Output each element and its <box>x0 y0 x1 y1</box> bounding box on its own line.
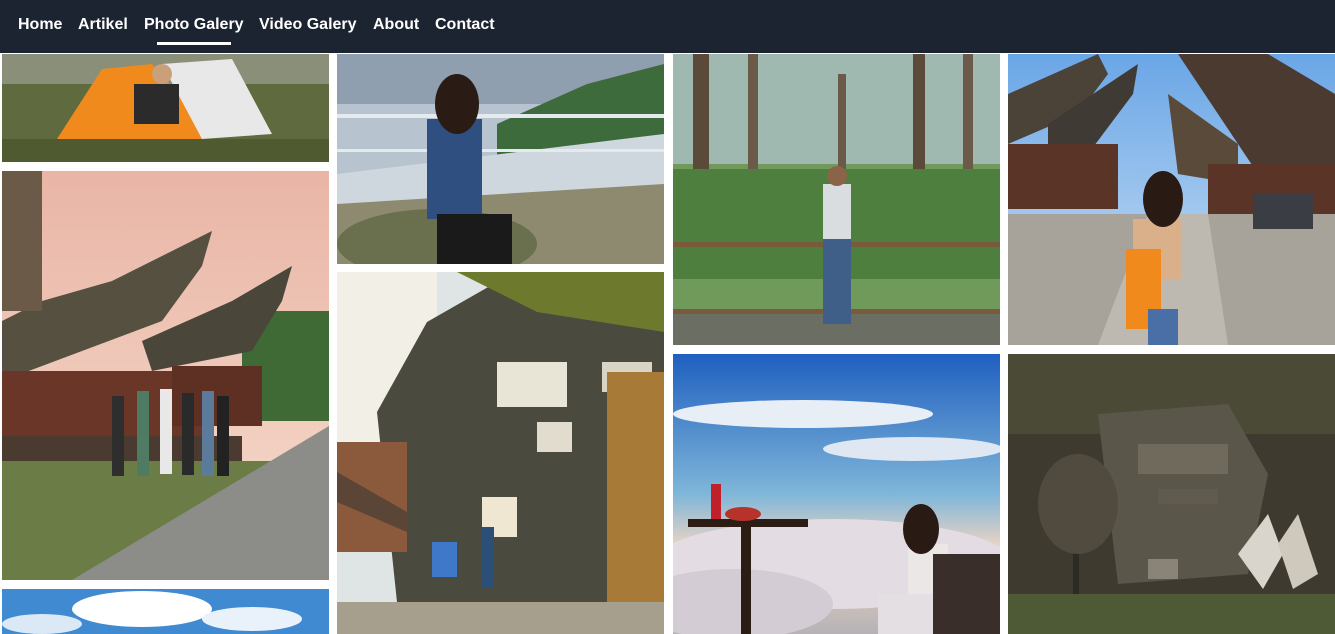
nav-artikel[interactable]: Artikel <box>78 16 128 34</box>
gallery-photo-cliff-graves[interactable] <box>337 272 664 634</box>
gallery-photo-forest-man[interactable] <box>673 54 1000 345</box>
gallery-photo-viewpoint-woman[interactable] <box>337 54 664 264</box>
gallery-photo-cliff-tongkonan[interactable] <box>1008 354 1335 634</box>
gallery-photo-sky[interactable] <box>2 589 329 634</box>
gallery-photo-toraja-street[interactable] <box>1008 54 1335 345</box>
active-nav-indicator <box>157 42 231 45</box>
nav-photo-galery[interactable]: Photo Galery <box>144 16 244 34</box>
nav-home[interactable]: Home <box>18 16 62 34</box>
gallery-photo-toraja-group[interactable] <box>2 171 329 580</box>
nav-video-galery[interactable]: Video Galery <box>259 16 357 34</box>
nav-contact[interactable]: Contact <box>435 16 495 34</box>
gallery-photo-camping-tent[interactable] <box>2 54 329 162</box>
gallery-photo-clouds-woman[interactable] <box>673 354 1000 634</box>
top-navbar: Home Artikel Photo Galery Video Galery A… <box>0 0 1335 53</box>
nav-about[interactable]: About <box>373 16 419 34</box>
